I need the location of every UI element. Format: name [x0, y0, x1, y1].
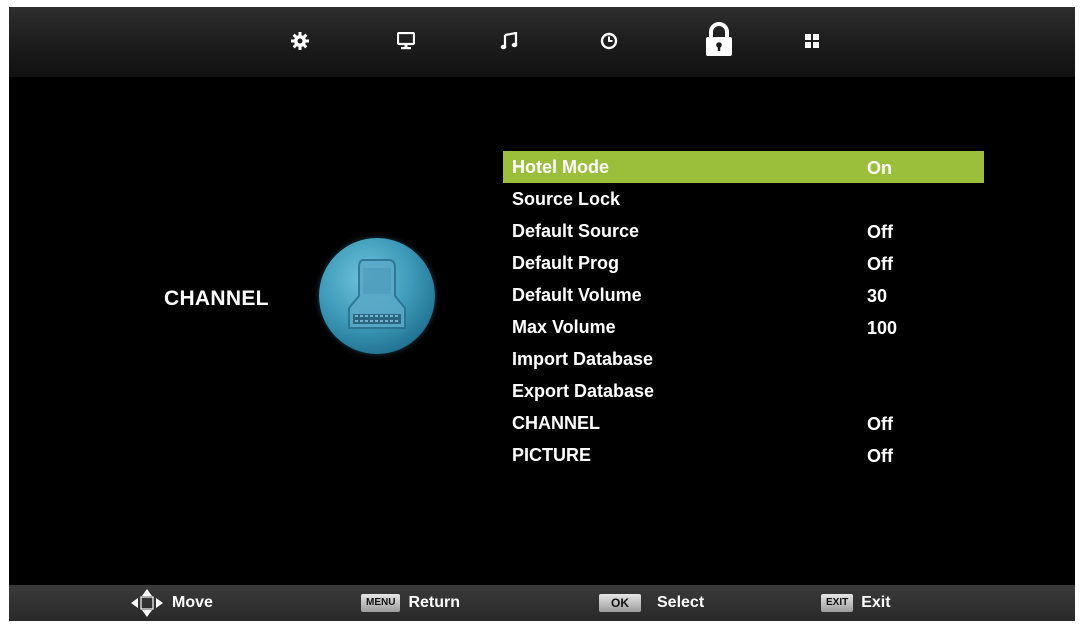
music-note-icon [500, 32, 518, 50]
monitor-icon [397, 32, 415, 50]
exit-key-icon: EXIT [821, 594, 854, 612]
hint-select: OK Select [599, 585, 704, 621]
hint-select-label: Select [657, 594, 705, 611]
hint-return-label: Return [408, 594, 461, 611]
menu-item-label: Source Lock [512, 189, 621, 209]
menu-item-source-lock[interactable]: Source Lock [503, 183, 984, 215]
menu-item-value: Off [867, 446, 893, 466]
menu-item-export-database[interactable]: Export Database [503, 375, 984, 407]
tab-sound[interactable] [494, 26, 524, 56]
hint-return: MENU Return [361, 585, 460, 621]
category-badge [319, 238, 435, 354]
hint-move-label: Move [172, 594, 213, 611]
top-tab-bar [9, 7, 1075, 77]
ok-key-icon: OK [599, 594, 641, 612]
menu-item-label: Max Volume [512, 317, 616, 337]
menu-item-value: On [867, 158, 892, 178]
menu-item-max-volume[interactable]: Max Volume 100 [503, 311, 984, 343]
tab-picture[interactable] [391, 26, 421, 56]
menu-item-value: Off [867, 414, 893, 434]
category-label: CHANNEL [164, 287, 269, 310]
tab-time[interactable] [594, 26, 624, 56]
menu-item-label: Default Volume [512, 285, 642, 305]
menu-item-label: Default Prog [512, 253, 620, 273]
lock-icon [706, 22, 732, 56]
menu-item-label: Import Database [512, 349, 654, 369]
grid-icon [805, 34, 819, 48]
hotel-mode-menu: Hotel Mode On Source Lock Default Source… [503, 151, 984, 471]
bottom-hint-bar: Move MENU Return OK Select EXIT Exit [9, 585, 1075, 621]
menu-item-default-prog[interactable]: Default Prog Off [503, 247, 984, 279]
menu-item-value: Off [867, 222, 893, 242]
hint-move: Move [130, 585, 213, 621]
menu-item-hotel-mode[interactable]: Hotel Mode On [503, 151, 984, 183]
menu-item-value: Off [867, 254, 893, 274]
menu-item-channel[interactable]: CHANNEL Off [503, 407, 984, 439]
tab-lock[interactable] [701, 21, 737, 59]
hotel-badge-icon [348, 259, 406, 329]
arrows-icon [131, 589, 163, 617]
menu-item-value: 100 [867, 318, 898, 338]
menu-item-picture[interactable]: PICTURE Off [503, 439, 984, 471]
gear-icon [291, 32, 309, 50]
hint-exit: EXIT Exit [821, 585, 891, 621]
menu-item-default-volume[interactable]: Default Volume 30 [503, 279, 984, 311]
hint-exit-label: Exit [861, 594, 891, 611]
menu-item-label: Default Source [512, 221, 640, 241]
clock-icon [600, 32, 618, 50]
menu-item-label: PICTURE [512, 445, 592, 465]
tab-feature[interactable] [797, 26, 827, 56]
menu-item-import-database[interactable]: Import Database [503, 343, 984, 375]
menu-item-label: Hotel Mode [512, 157, 609, 177]
menu-key-icon: MENU [361, 594, 401, 612]
menu-item-label: CHANNEL [512, 413, 600, 433]
menu-item-label: Export Database [512, 381, 655, 401]
tv-osd-screen: CHANNEL Hotel Mode On Source Lock Defaul… [9, 7, 1075, 621]
menu-item-default-source[interactable]: Default Source Off [503, 215, 984, 247]
tab-settings[interactable] [285, 26, 315, 56]
menu-item-value: 30 [867, 286, 888, 306]
